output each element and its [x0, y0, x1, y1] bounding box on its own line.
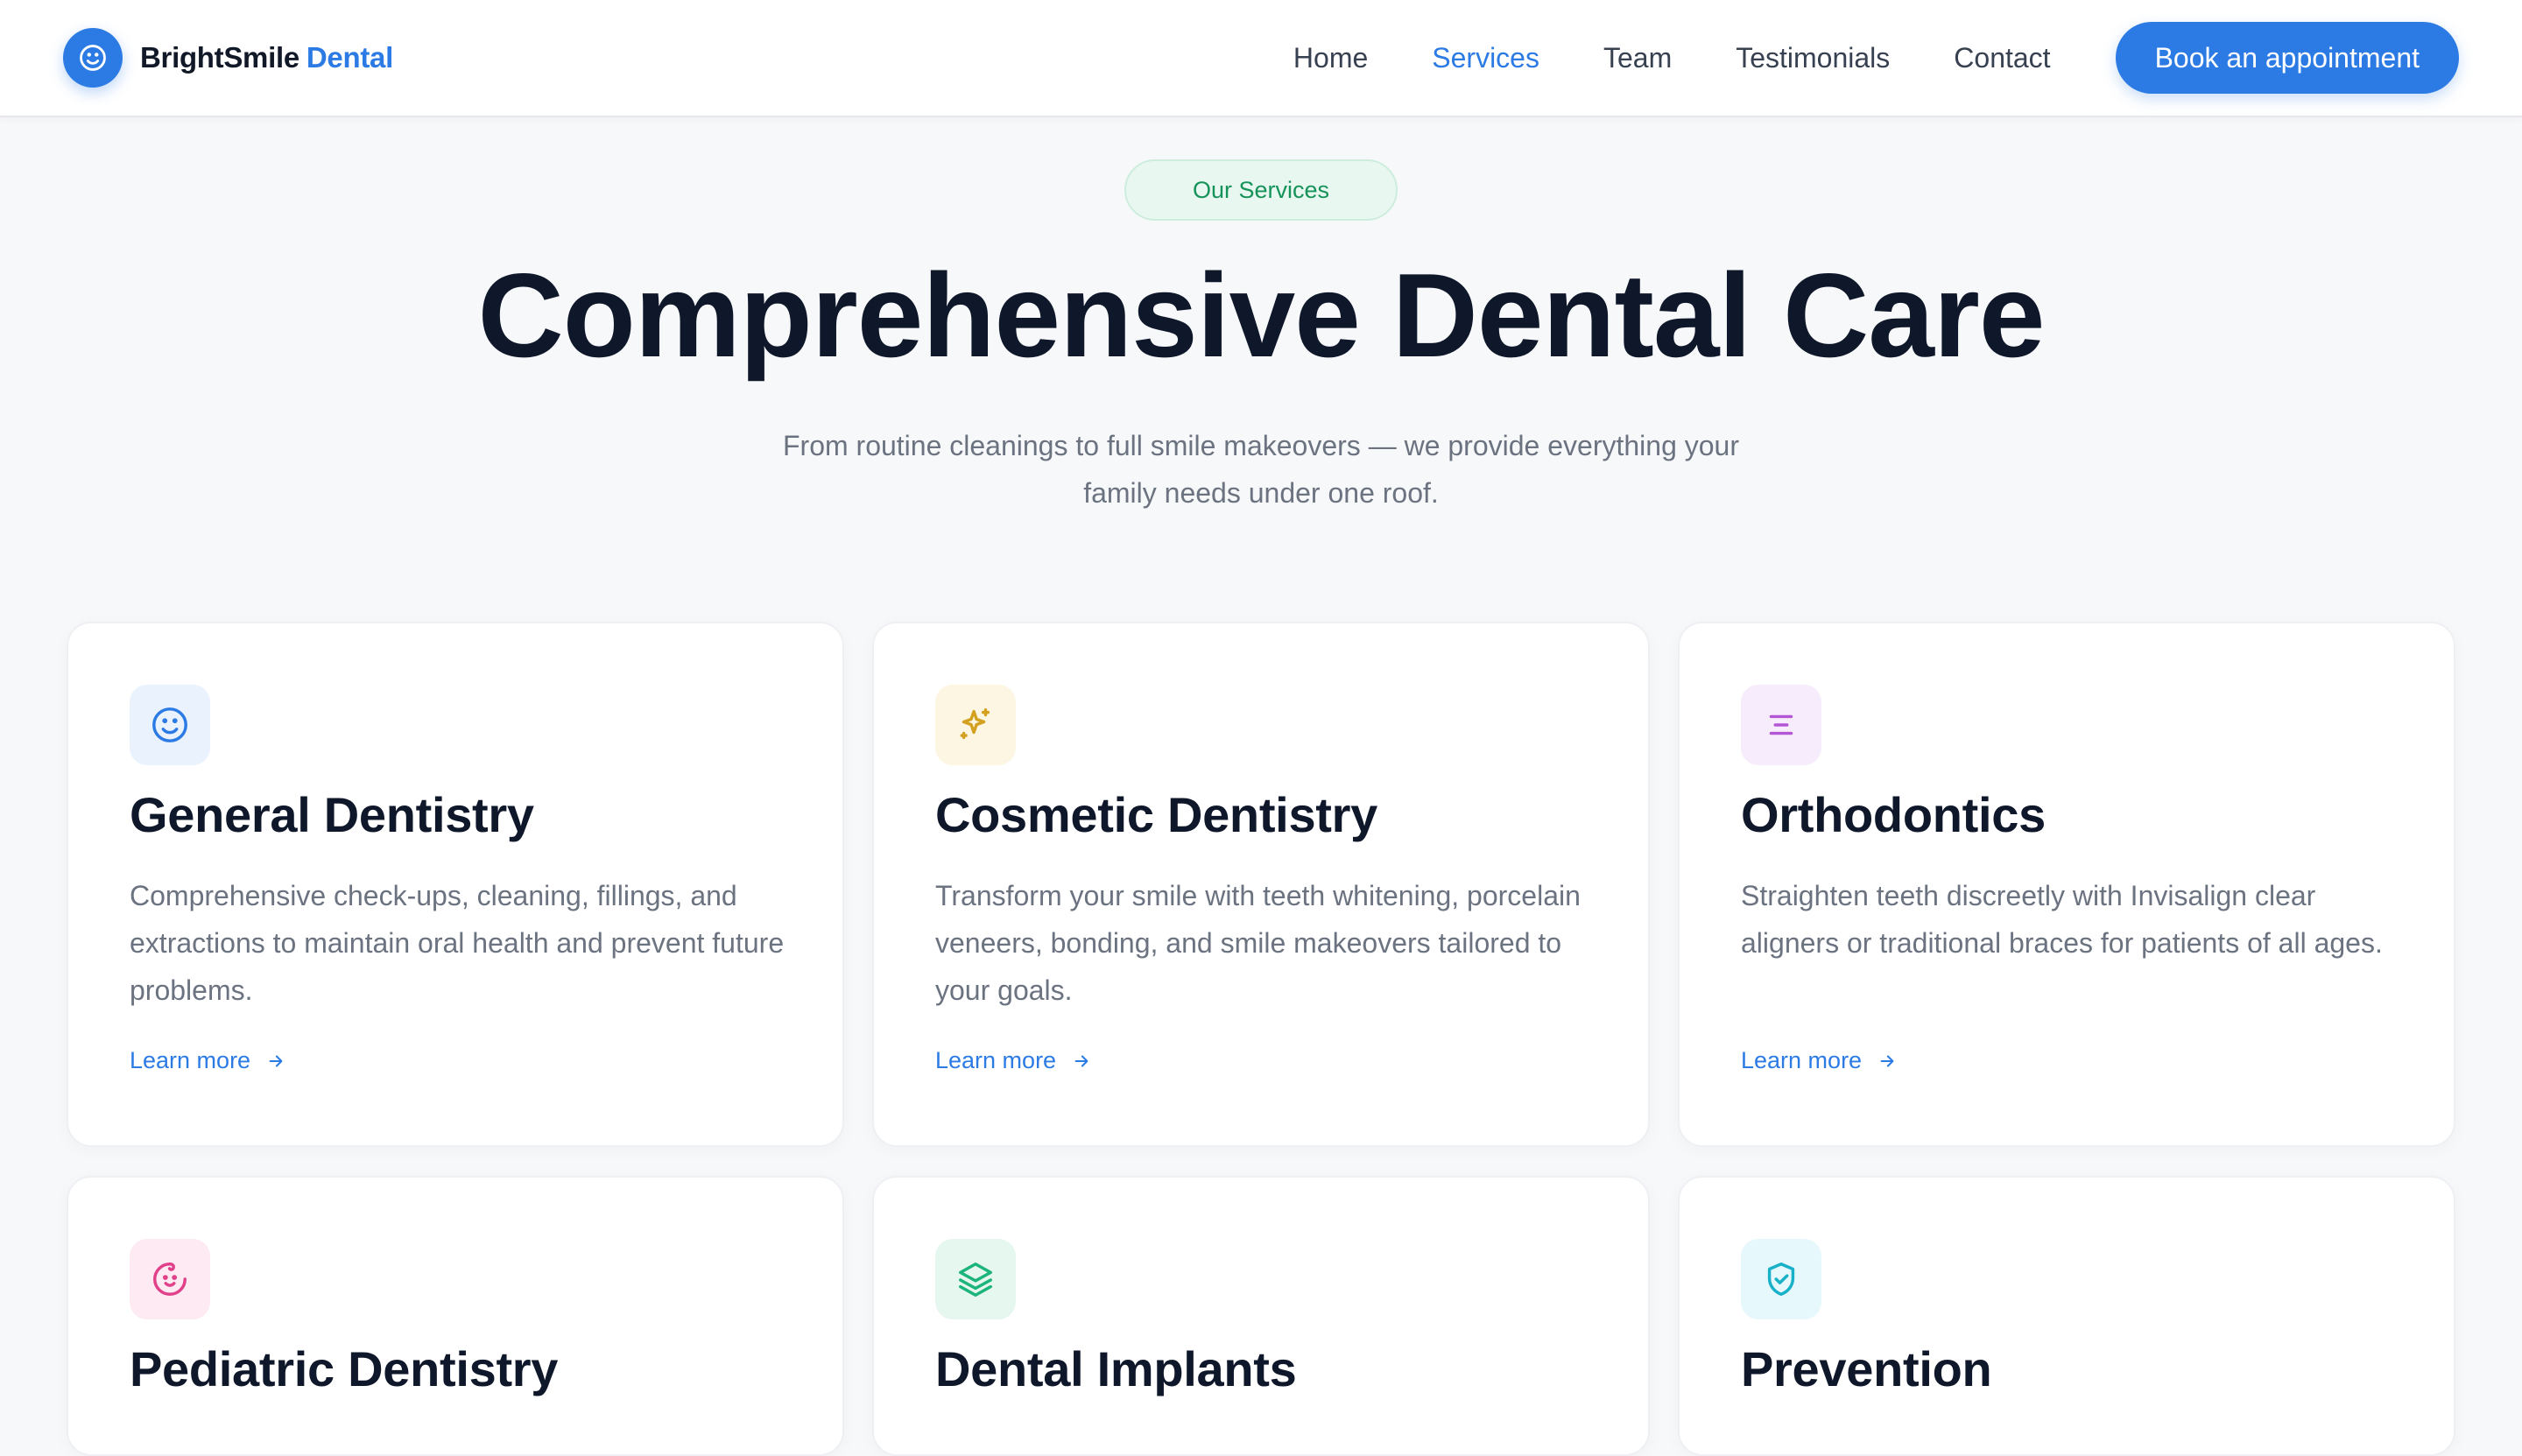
sparkles-icon — [935, 685, 1016, 765]
layers-icon — [935, 1239, 1016, 1319]
learn-more-link[interactable]: Learn more — [130, 1047, 285, 1074]
nav-testimonials[interactable]: Testimonials — [1736, 42, 1890, 74]
service-card-dental-implants: Dental Implants — [872, 1176, 1650, 1456]
learn-more-link[interactable]: Learn more — [1741, 1047, 1897, 1074]
service-card-orthodontics: Orthodontics Straighten teeth discreetly… — [1678, 622, 2455, 1147]
brand[interactable]: BrightSmile Dental — [63, 27, 393, 88]
card-description: Transform your smile with teeth whitenin… — [935, 880, 1581, 1006]
brand-accent: Dental — [306, 41, 393, 74]
arrow-right-icon — [1074, 1054, 1088, 1067]
arrow-right-icon — [1880, 1054, 1894, 1067]
card-title: Prevention — [1741, 1341, 1992, 1396]
book-appointment-button[interactable]: Book an appointment — [2115, 22, 2459, 94]
service-card-cosmetic-dentistry: Cosmetic Dentistry Transform your smile … — [872, 622, 1650, 1147]
card-title: Cosmetic Dentistry — [935, 787, 1377, 842]
nav-home[interactable]: Home — [1293, 42, 1368, 74]
align-center-icon — [1741, 685, 1821, 765]
nav-team[interactable]: Team — [1603, 42, 1672, 74]
service-card-pediatric-dentistry: Pediatric Dentistry — [67, 1176, 844, 1456]
shield-check-icon — [1741, 1239, 1821, 1319]
smile-icon — [63, 28, 123, 88]
nav-services[interactable]: Services — [1432, 42, 1539, 74]
learn-more-label: Learn more — [1741, 1047, 1863, 1073]
card-description: Comprehensive check-ups, cleaning, filli… — [130, 880, 785, 1006]
card-description: Straighten teeth discreetly with Invisal… — [1741, 880, 2383, 959]
learn-more-label: Learn more — [130, 1047, 251, 1073]
section-badge: Our Services — [1124, 159, 1398, 221]
learn-more-label: Learn more — [935, 1047, 1057, 1073]
nav-contact[interactable]: Contact — [1954, 42, 2050, 74]
page-title: Comprehensive Dental Care — [477, 249, 2046, 382]
page-subtitle: From routine cleanings to full smile mak… — [782, 430, 1739, 509]
main-nav: Home Services Team Testimonials Contact … — [1293, 22, 2459, 94]
card-title: General Dentistry — [130, 787, 534, 842]
service-card-prevention: Prevention — [1678, 1176, 2455, 1456]
card-title: Orthodontics — [1741, 787, 2046, 842]
baby-icon — [130, 1239, 210, 1319]
learn-more-link[interactable]: Learn more — [935, 1047, 1091, 1074]
site-header: BrightSmile Dental Home Services Team Tes… — [0, 0, 2522, 117]
smile-icon — [130, 685, 210, 765]
brand-name: BrightSmile Dental — [140, 41, 393, 74]
card-title: Dental Implants — [935, 1341, 1297, 1396]
arrow-right-icon — [269, 1054, 283, 1067]
card-title: Pediatric Dentistry — [130, 1341, 559, 1396]
service-card-general-dentistry: General Dentistry Comprehensive check-up… — [67, 622, 844, 1147]
